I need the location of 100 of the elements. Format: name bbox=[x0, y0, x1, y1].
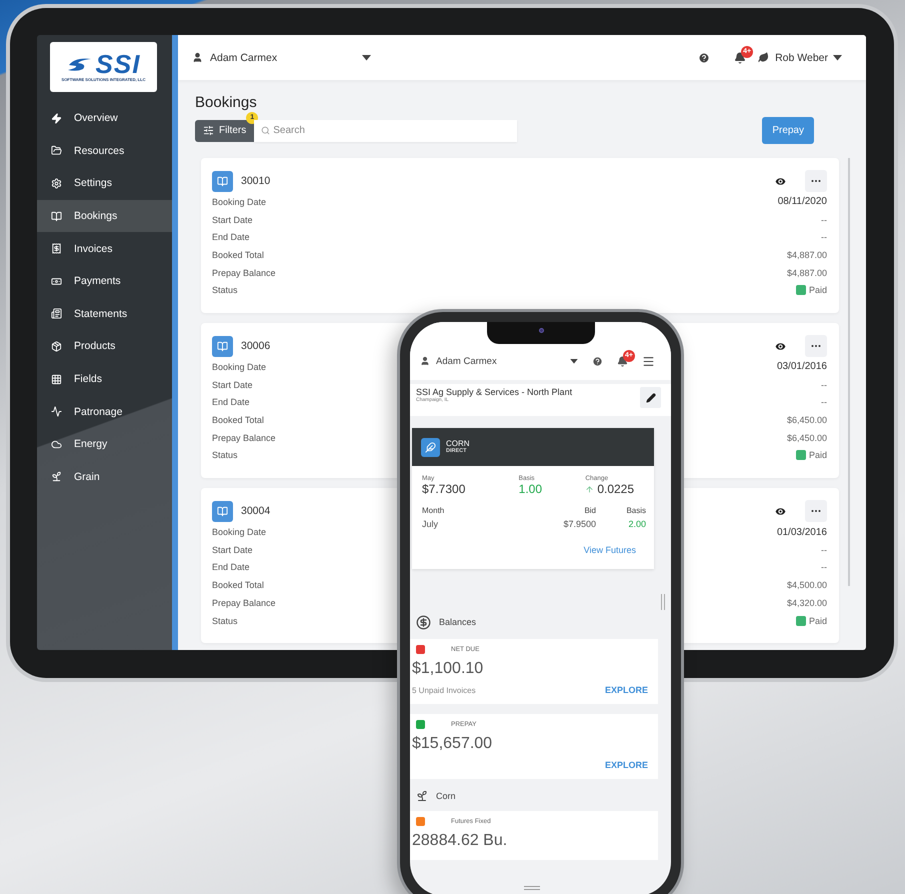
field-label: Status bbox=[212, 450, 238, 460]
sidebar-item[interactable]: Settings bbox=[37, 167, 172, 200]
view-futures-link[interactable]: View Futures bbox=[412, 529, 654, 569]
help-icon[interactable] bbox=[592, 356, 603, 366]
sidebar-item[interactable]: Statements bbox=[37, 298, 172, 330]
field-label: Booking Date bbox=[212, 362, 266, 372]
field-value: -- bbox=[821, 544, 827, 555]
booking-id: 30006 bbox=[241, 340, 270, 352]
field-value: 08/11/2020 bbox=[778, 196, 827, 208]
field-label: Booked Total bbox=[212, 580, 264, 590]
bell-icon[interactable] bbox=[617, 356, 628, 366]
field-label: Start Date bbox=[212, 544, 253, 555]
book-icon bbox=[212, 500, 233, 522]
status-value: Paid bbox=[808, 450, 827, 460]
field-value: 01/03/2016 bbox=[776, 526, 827, 538]
package-icon bbox=[51, 340, 62, 352]
field-label: Start Date bbox=[212, 214, 253, 225]
lightning-icon bbox=[51, 112, 62, 124]
sidebar-item[interactable]: Payments bbox=[37, 264, 172, 298]
field-label: End Date bbox=[212, 562, 250, 572]
logo-mark: SSI bbox=[66, 51, 140, 77]
book-icon bbox=[212, 336, 233, 357]
status-value: Paid bbox=[808, 285, 827, 296]
field-label: Booking Date bbox=[212, 196, 266, 207]
sidebar-item[interactable]: Grain bbox=[37, 460, 172, 494]
feather-icon bbox=[421, 438, 440, 456]
caret-icon[interactable] bbox=[570, 358, 578, 364]
pulse-icon bbox=[51, 406, 62, 418]
sprout-icon bbox=[416, 790, 428, 802]
field-value: $6,450.00 bbox=[786, 432, 827, 443]
quote-basis: 1.00 bbox=[518, 482, 542, 496]
menu-icon[interactable] bbox=[642, 354, 655, 368]
column-header: Bid bbox=[583, 506, 596, 515]
field-label: End Date bbox=[212, 232, 250, 242]
booking-id: 30004 bbox=[241, 505, 270, 518]
book-icon bbox=[51, 210, 62, 222]
field-value: -- bbox=[821, 380, 827, 390]
settings-icon bbox=[51, 178, 62, 189]
field-value: $4,320.00 bbox=[786, 598, 827, 608]
sidebar-item[interactable]: Energy bbox=[37, 428, 172, 461]
sidebar-item[interactable]: Overview bbox=[37, 102, 172, 135]
sidebar-item[interactable]: Products bbox=[37, 330, 172, 363]
field-label: Start Date bbox=[212, 380, 253, 390]
sprout-icon bbox=[51, 471, 62, 482]
filters-button[interactable]: Filters bbox=[195, 120, 254, 142]
scrollbar[interactable] bbox=[848, 158, 850, 586]
sidebar-item[interactable]: Patronage bbox=[37, 395, 172, 428]
field-label: Booked Total bbox=[212, 415, 264, 426]
commodity-name: CORN bbox=[446, 439, 470, 448]
status-value: Paid bbox=[808, 616, 827, 626]
user-name[interactable]: Rob Weber bbox=[775, 52, 828, 64]
field-label: Booking Date bbox=[212, 527, 266, 538]
table-cell-text: July bbox=[422, 519, 440, 529]
sliders-icon bbox=[203, 125, 214, 136]
account-name[interactable]: Adam Carmex bbox=[210, 52, 278, 64]
caret-icon[interactable] bbox=[362, 54, 371, 60]
field-value: -- bbox=[821, 562, 827, 572]
search-field[interactable]: Search bbox=[254, 120, 518, 142]
field-label: Prepay Balance bbox=[212, 432, 276, 443]
field-value: 03/01/2016 bbox=[776, 361, 827, 372]
table-cell-text: $7.9500 bbox=[562, 519, 596, 529]
leaf-icon bbox=[758, 52, 770, 63]
field-value: -- bbox=[821, 214, 827, 225]
sidebar-item[interactable]: Invoices bbox=[37, 232, 172, 265]
sidebar-item[interactable]: Bookings bbox=[37, 200, 172, 232]
cloud-icon bbox=[51, 438, 62, 450]
help-icon[interactable] bbox=[698, 52, 710, 64]
balance-note: 5 Unpaid Invoices bbox=[412, 686, 476, 694]
field-value: $4,887.00 bbox=[786, 250, 827, 260]
field-value: $6,450.00 bbox=[786, 415, 827, 426]
booking-id: 30010 bbox=[241, 175, 270, 187]
field-label: Prepay Balance bbox=[212, 268, 276, 278]
edit-button[interactable] bbox=[640, 387, 661, 408]
caret-icon[interactable] bbox=[833, 54, 842, 60]
dollar-icon bbox=[416, 614, 431, 630]
camera-icon bbox=[538, 328, 544, 333]
field-label: End Date bbox=[212, 397, 250, 408]
field-value: -- bbox=[821, 232, 827, 242]
scroll-handle[interactable] bbox=[661, 594, 665, 610]
folder-icon bbox=[51, 145, 62, 156]
sidebar-item[interactable]: Resources bbox=[37, 134, 172, 168]
user-icon bbox=[192, 52, 203, 63]
balance-amount: $15,657.00 bbox=[412, 735, 494, 753]
up-arrow-icon bbox=[585, 484, 594, 494]
user-icon bbox=[420, 356, 430, 366]
search-icon bbox=[261, 126, 270, 135]
account-name[interactable]: Adam Carmex bbox=[436, 356, 497, 366]
column-header: Basis bbox=[625, 506, 646, 515]
sidebar-item[interactable]: Fields bbox=[37, 362, 172, 396]
location-name: SSI Ag Supply & Services - North Plant bbox=[416, 387, 574, 397]
bell-icon[interactable] bbox=[734, 52, 746, 64]
field-label: Status bbox=[212, 285, 238, 296]
field-label: Prepay Balance bbox=[212, 598, 276, 608]
receipt-icon bbox=[51, 243, 62, 254]
home-handle[interactable] bbox=[524, 886, 540, 890]
quote-price: $7.7300 bbox=[422, 482, 466, 496]
field-label: Booked Total bbox=[212, 250, 264, 260]
field-label: Status bbox=[212, 616, 238, 626]
book-icon bbox=[212, 170, 233, 192]
table-cell-text: 2.00 bbox=[627, 519, 646, 529]
